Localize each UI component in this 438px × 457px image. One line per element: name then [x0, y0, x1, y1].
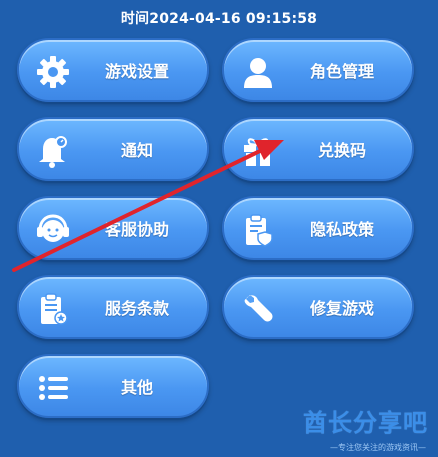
repair-game-button[interactable]: 修复游戏 — [222, 275, 414, 339]
notice-button[interactable]: 通知 — [17, 117, 209, 181]
document-badge-icon — [33, 289, 73, 329]
role-management-button[interactable]: 角色管理 — [222, 38, 414, 102]
privacy-policy-label: 隐私政策 — [309, 220, 374, 239]
terms-of-service-button[interactable]: 服务条款 — [17, 275, 209, 339]
watermark: 酋长分享吧 —专注您关注的游戏资讯— — [282, 403, 432, 453]
notice-label: 通知 — [120, 141, 153, 160]
list-icon — [33, 368, 73, 408]
watermark-title: 酋长分享吧 — [303, 409, 428, 437]
privacy-policy-button[interactable]: 隐私政策 — [222, 196, 414, 260]
clipboard-shield-icon — [238, 210, 278, 250]
repair-game-label: 修复游戏 — [309, 299, 374, 318]
game-settings-label: 游戏设置 — [104, 62, 169, 81]
terms-of-service-label: 服务条款 — [104, 299, 169, 318]
customer-support-label: 客服协助 — [104, 220, 169, 239]
redeem-code-button[interactable]: 兑换码 — [222, 117, 414, 181]
gift-icon — [238, 131, 278, 171]
role-management-label: 角色管理 — [309, 62, 374, 81]
redeem-code-label: 兑换码 — [317, 141, 366, 160]
person-icon — [238, 52, 278, 92]
bell-icon — [33, 131, 73, 171]
gear-icon — [33, 52, 73, 92]
other-button[interactable]: 其他 — [17, 354, 209, 418]
game-settings-button[interactable]: 游戏设置 — [17, 38, 209, 102]
timestamp: 时间2024-04-16 09:15:58 — [120, 11, 318, 27]
customer-support-button[interactable]: 客服协助 — [17, 196, 209, 260]
wrench-icon — [238, 289, 278, 329]
headset-icon — [33, 210, 73, 250]
watermark-subtitle: —专注您关注的游戏资讯— — [330, 443, 426, 452]
other-label: 其他 — [120, 378, 153, 397]
